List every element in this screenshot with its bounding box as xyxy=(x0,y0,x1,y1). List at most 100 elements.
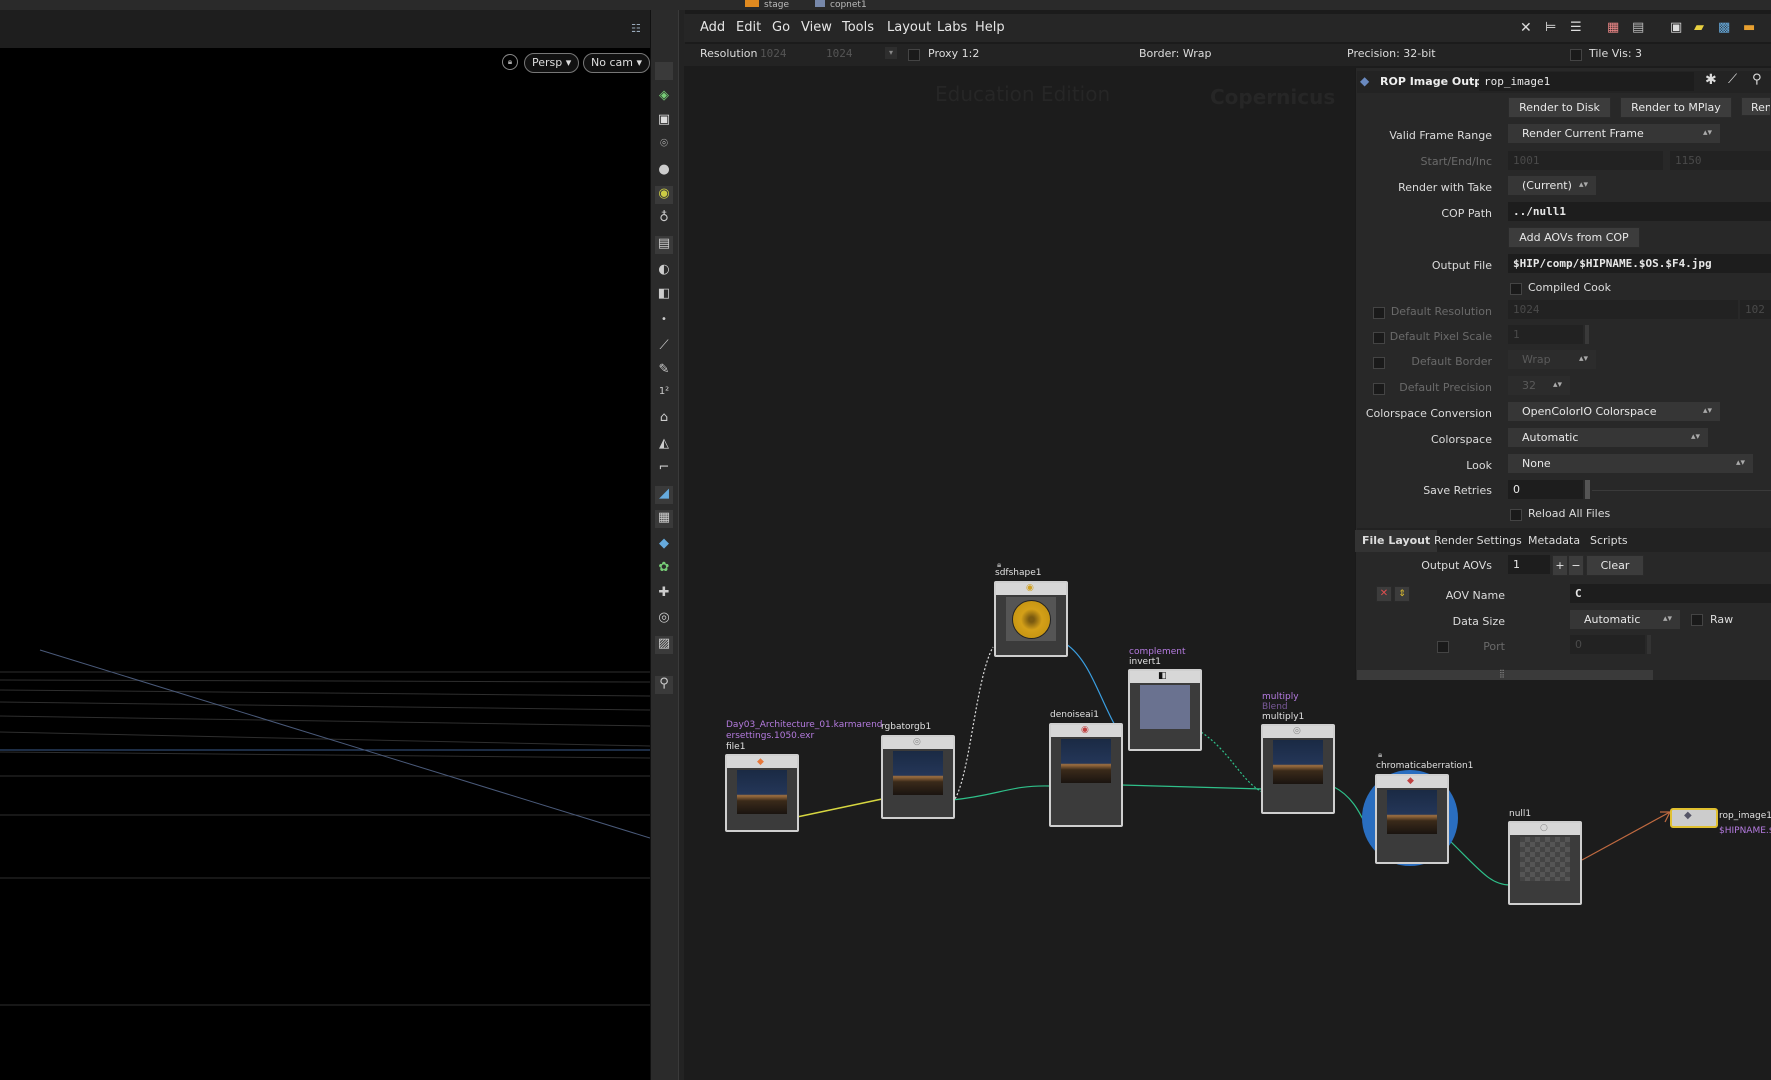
file1-comment-line1: Day03_Architecture_01.karmarend xyxy=(726,720,883,730)
render-with-take-label: Render with Take xyxy=(1398,181,1492,194)
port-label: Port xyxy=(1483,640,1505,653)
search-icon[interactable]: ⚲ xyxy=(1752,72,1762,87)
null1-label: null1 xyxy=(1509,809,1532,819)
null-icon: ○ xyxy=(1540,823,1548,833)
render-with-take-menu[interactable]: (Current) ▴▾ xyxy=(1508,176,1596,195)
raw-label: Raw xyxy=(1710,613,1734,626)
node-type-label: ROP Image Output xyxy=(1380,75,1496,88)
default-border-label: Default Border xyxy=(1411,355,1492,368)
denoiseai1-label: denoiseai1 xyxy=(1050,710,1099,720)
node-chromaticaberration1[interactable]: ◆ xyxy=(1375,774,1449,864)
colorspace-conversion-menu[interactable]: OpenColorIO Colorspace ▴▾ xyxy=(1508,402,1720,421)
tab-scripts[interactable]: Scripts xyxy=(1583,530,1635,552)
save-retries-slider-track[interactable] xyxy=(1592,490,1771,491)
rop-type-icon: ◆ xyxy=(1360,74,1370,88)
default-resolution-label: Default Resolution xyxy=(1390,305,1492,318)
look-label: Look xyxy=(1466,459,1492,472)
sdf-circle xyxy=(1012,600,1051,639)
port-field[interactable]: 0 xyxy=(1570,635,1645,654)
colorspace-menu[interactable]: Automatic ▴▾ xyxy=(1508,428,1708,447)
invert1-comment: complement xyxy=(1129,647,1186,657)
chromatic-lock-icon: 🔒︎ xyxy=(1378,750,1383,759)
add-aovs-button[interactable]: Add AOVs from COP xyxy=(1508,227,1640,248)
rgbatorgb1-label: rgbatorgb1 xyxy=(881,722,932,732)
denoise-icon: ◉ xyxy=(1081,725,1089,735)
updown-icon: ▴▾ xyxy=(1662,614,1672,624)
chromatic-icon: ◆ xyxy=(1407,776,1414,786)
updown-icon: ▴▾ xyxy=(1702,406,1712,416)
invert-icon: ◧ xyxy=(1158,671,1167,681)
node-denoiseai1[interactable]: ◉ xyxy=(1049,723,1123,827)
output-file-field[interactable]: $HIP/comp/$HIPNAME.$OS.$F4.jpg xyxy=(1508,254,1771,273)
denoiseai1-thumbnail xyxy=(1061,739,1111,783)
file1-comment-line2: ersettings.1050.exr xyxy=(726,731,815,741)
invert1-label: invert1 xyxy=(1129,657,1162,667)
clear-aovs-button[interactable]: Clear xyxy=(1586,555,1644,576)
aov-name-label: AOV Name xyxy=(1445,589,1505,602)
default-precision-label: Default Precision xyxy=(1399,381,1492,394)
updown-icon: ▴▾ xyxy=(1702,128,1712,138)
add-aov-icon[interactable]: + xyxy=(1552,555,1568,576)
default-resolution-y-field[interactable]: 102 xyxy=(1740,300,1771,319)
tab-file-layout[interactable]: File Layout xyxy=(1355,530,1438,552)
gear-icon[interactable]: ✱ xyxy=(1705,72,1717,88)
start-end-inc-label: Start/End/Inc xyxy=(1420,155,1492,168)
output-aovs-field[interactable]: 1 xyxy=(1508,555,1550,574)
sdfshape1-thumbnail xyxy=(1006,597,1056,641)
cop-path-field[interactable]: ../null1 xyxy=(1508,202,1771,221)
tab-metadata[interactable]: Metadata xyxy=(1521,530,1587,552)
valid-frame-range-menu[interactable]: Render Current Frame ▴▾ xyxy=(1508,124,1720,143)
default-border-menu[interactable]: Wrap ▴▾ xyxy=(1508,350,1596,369)
multiply1-subcomment: Blend xyxy=(1262,702,1288,712)
reload-all-files-checkbox[interactable] xyxy=(1510,509,1522,521)
save-retries-slider-handle[interactable] xyxy=(1585,480,1590,499)
updown-icon: ▴▾ xyxy=(1690,432,1700,442)
pixel-scale-slider-handle[interactable] xyxy=(1585,325,1589,344)
compiled-cook-label: Compiled Cook xyxy=(1528,281,1611,294)
rop-image1-comment: $HIPNAME.$OS xyxy=(1719,826,1771,836)
default-precision-menu[interactable]: 32 ▴▾ xyxy=(1508,376,1570,395)
default-pixel-scale-label: Default Pixel Scale xyxy=(1389,330,1492,343)
node-null1[interactable]: ○ xyxy=(1508,821,1582,905)
aov-name-field[interactable]: C xyxy=(1570,584,1771,603)
render-button[interactable]: Ren xyxy=(1741,97,1771,116)
shape-icon: ◉ xyxy=(1026,583,1034,593)
node-invert1[interactable]: ◧ xyxy=(1128,669,1202,751)
cop-path-label: COP Path xyxy=(1441,207,1492,220)
valid-frame-range-label: Valid Frame Range xyxy=(1389,129,1492,142)
param-scrollbar[interactable] xyxy=(1357,670,1653,680)
reload-all-files-label: Reload All Files xyxy=(1528,507,1611,520)
save-retries-label: Save Retries xyxy=(1423,484,1492,497)
node-file1[interactable]: ◆ xyxy=(725,754,799,832)
save-retries-field[interactable]: 0 xyxy=(1508,480,1583,499)
multiply1-thumbnail xyxy=(1273,740,1323,784)
port-slider-handle[interactable] xyxy=(1647,635,1651,654)
multiply1-label: multiply1 xyxy=(1262,712,1305,722)
default-pixel-scale-field[interactable]: 1 xyxy=(1508,325,1583,344)
rop-icon: ◆ xyxy=(1684,810,1692,821)
end-frame-field[interactable]: 1150 xyxy=(1670,151,1771,170)
look-menu[interactable]: None ▴▾ xyxy=(1508,454,1753,473)
render-to-disk-button[interactable]: Render to Disk xyxy=(1508,97,1611,118)
remove-aov-icon[interactable]: − xyxy=(1568,555,1584,576)
sdfshape1-label: sdfshape1 xyxy=(995,568,1042,578)
render-to-mplay-button[interactable]: Render to MPlay xyxy=(1620,97,1732,118)
brush-settings-icon[interactable]: ⟋ xyxy=(1728,72,1737,87)
output-file-label: Output File xyxy=(1431,259,1492,272)
node-rgbatorgb1[interactable]: ◎ xyxy=(881,735,955,819)
null1-thumbnail xyxy=(1520,837,1570,881)
raw-checkbox[interactable] xyxy=(1691,614,1703,626)
updown-icon: ▴▾ xyxy=(1578,180,1588,190)
node-rop-image1[interactable]: ◆ xyxy=(1670,808,1718,828)
start-frame-field[interactable]: 1001 xyxy=(1508,151,1663,170)
colorspace-conversion-label: Colorspace Conversion xyxy=(1365,407,1492,420)
node-sdfshape1[interactable]: ◉ xyxy=(994,581,1068,657)
node-name-field[interactable]: rop_image1 xyxy=(1479,72,1694,91)
updown-icon: ▴▾ xyxy=(1578,354,1588,364)
default-resolution-field[interactable]: 1024 xyxy=(1508,300,1738,319)
node-multiply1[interactable]: ◎ xyxy=(1261,724,1335,814)
tab-render-settings[interactable]: Render Settings xyxy=(1427,530,1529,552)
compiled-cook-checkbox[interactable] xyxy=(1510,283,1522,295)
data-size-menu[interactable]: Automatic ▴▾ xyxy=(1570,610,1680,629)
data-size-label: Data Size xyxy=(1452,615,1505,628)
